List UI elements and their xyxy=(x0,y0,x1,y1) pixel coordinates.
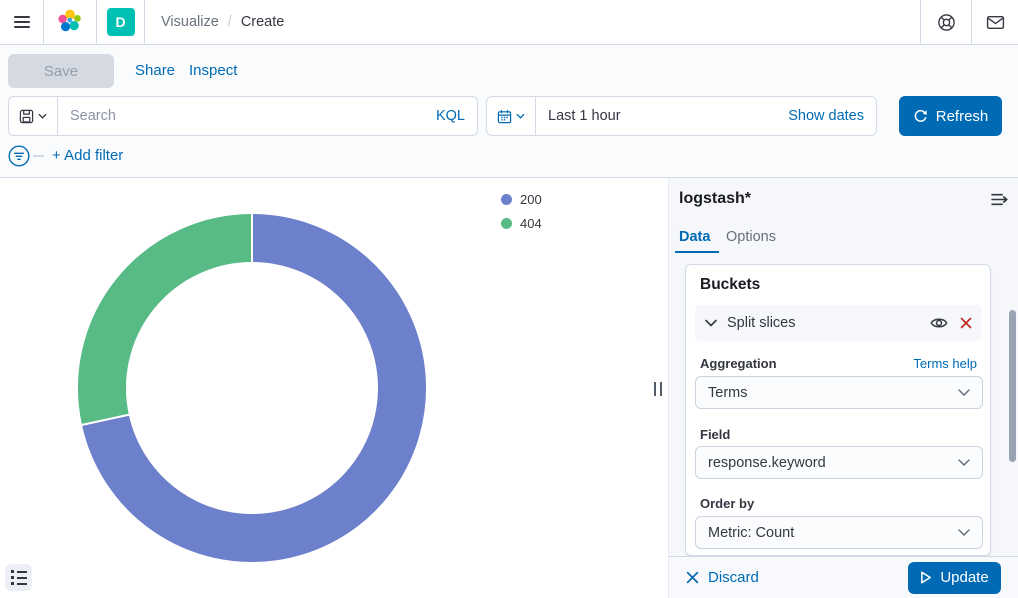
cross-icon xyxy=(686,571,699,584)
buckets-heading: Buckets xyxy=(700,276,760,294)
inspect-button[interactable]: Inspect xyxy=(189,62,237,79)
aggregation-value: Terms xyxy=(708,385,747,401)
saved-query-menu-button[interactable] xyxy=(9,97,58,135)
date-picker: Last 1 hour Show dates xyxy=(486,96,877,136)
space-avatar: D xyxy=(107,8,135,36)
panel-footer: Discard Update xyxy=(668,556,1018,598)
chevron-down-icon xyxy=(958,459,970,466)
list-icon xyxy=(11,570,27,585)
chevron-down-icon xyxy=(516,113,525,119)
refresh-button[interactable]: Refresh xyxy=(899,96,1002,136)
breadcrumb-create: Create xyxy=(241,14,285,30)
collapse-panel-button[interactable] xyxy=(991,191,1008,211)
chevron-down-icon xyxy=(705,319,717,327)
chevron-down-icon xyxy=(958,529,970,536)
panel-scrollbar[interactable] xyxy=(1009,310,1016,462)
aggregation-label: Aggregation xyxy=(700,356,777,371)
mail-icon xyxy=(986,13,1005,32)
share-button[interactable]: Share xyxy=(135,62,175,79)
help-button[interactable] xyxy=(921,0,971,44)
breadcrumb-visualize[interactable]: Visualize xyxy=(161,14,219,30)
query-language-button[interactable]: KQL xyxy=(424,108,477,124)
breadcrumb-separator: / xyxy=(228,14,232,30)
config-panel: logstash* Data Options Buckets Split sli… xyxy=(668,178,1018,556)
top-header: D Visualize / Create xyxy=(0,0,1018,45)
hamburger-icon xyxy=(14,16,30,28)
tab-data[interactable]: Data xyxy=(679,229,710,245)
filter-menu-button[interactable] xyxy=(8,145,30,172)
add-filter-button[interactable]: + Add filter xyxy=(52,147,123,164)
order-by-select[interactable]: Metric: Count xyxy=(695,516,983,549)
discard-label: Discard xyxy=(708,569,759,586)
toggle-visibility-button[interactable] xyxy=(930,316,948,330)
legend-item-404[interactable]: 404 xyxy=(501,216,542,231)
refresh-icon xyxy=(913,109,928,124)
remove-bucket-button[interactable] xyxy=(960,317,972,329)
legend-dot-404 xyxy=(501,218,512,229)
tab-options[interactable]: Options xyxy=(726,229,776,245)
home-logo-button[interactable] xyxy=(44,0,96,44)
save-button[interactable]: Save xyxy=(8,54,114,88)
help-icon xyxy=(937,13,956,32)
divider xyxy=(144,0,145,44)
update-label: Update xyxy=(940,569,988,586)
refresh-label: Refresh xyxy=(936,108,989,125)
chart-legend: 200 404 xyxy=(501,192,542,231)
eye-icon xyxy=(930,316,948,330)
update-button[interactable]: Update xyxy=(908,562,1001,594)
discard-button[interactable]: Discard xyxy=(686,569,908,586)
field-select[interactable]: response.keyword xyxy=(695,446,983,479)
search-input[interactable] xyxy=(58,108,424,124)
split-slices-label: Split slices xyxy=(727,315,930,331)
newsfeed-button[interactable] xyxy=(972,0,1018,44)
elastic-logo-icon xyxy=(57,9,83,35)
quick-time-menu-button[interactable] xyxy=(487,97,536,135)
legend-label-200: 200 xyxy=(520,192,542,207)
legend-item-200[interactable]: 200 xyxy=(501,192,542,207)
legend-dot-200 xyxy=(501,194,512,205)
filter-icon xyxy=(8,145,30,167)
legend-label-404: 404 xyxy=(520,216,542,231)
field-value: response.keyword xyxy=(708,455,826,471)
app-chrome: Save Share Inspect KQL xyxy=(0,45,1018,178)
calendar-icon xyxy=(497,109,512,124)
panel-resize-handle[interactable] xyxy=(654,382,662,396)
menu-button[interactable] xyxy=(0,0,43,44)
play-icon xyxy=(920,571,932,584)
donut-slice-404[interactable] xyxy=(77,213,252,425)
terms-help-link[interactable]: Terms help xyxy=(913,356,977,371)
chevron-down-icon xyxy=(958,389,970,396)
donut-chart xyxy=(75,211,429,565)
save-query-icon xyxy=(19,109,34,124)
close-icon xyxy=(960,317,972,329)
active-tab-underline xyxy=(675,251,719,253)
chevron-down-icon xyxy=(38,113,47,119)
query-bar: KQL xyxy=(8,96,478,136)
order-by-label: Order by xyxy=(700,496,754,511)
show-dates-button[interactable]: Show dates xyxy=(776,108,876,124)
field-label: Field xyxy=(700,427,730,442)
menu-right-icon xyxy=(991,191,1008,208)
aggregation-select[interactable]: Terms xyxy=(695,376,983,409)
time-range-value[interactable]: Last 1 hour xyxy=(536,108,776,124)
order-by-value: Metric: Count xyxy=(708,525,794,541)
filter-dash xyxy=(33,155,44,157)
buckets-card: Buckets Split slices A xyxy=(685,264,991,556)
split-slices-accordion[interactable]: Split slices xyxy=(695,305,982,341)
index-pattern-title: logstash* xyxy=(679,190,751,208)
breadcrumb: Visualize / Create xyxy=(161,14,284,30)
legend-toggle-button[interactable] xyxy=(5,564,32,591)
space-switcher[interactable]: D xyxy=(97,0,144,44)
